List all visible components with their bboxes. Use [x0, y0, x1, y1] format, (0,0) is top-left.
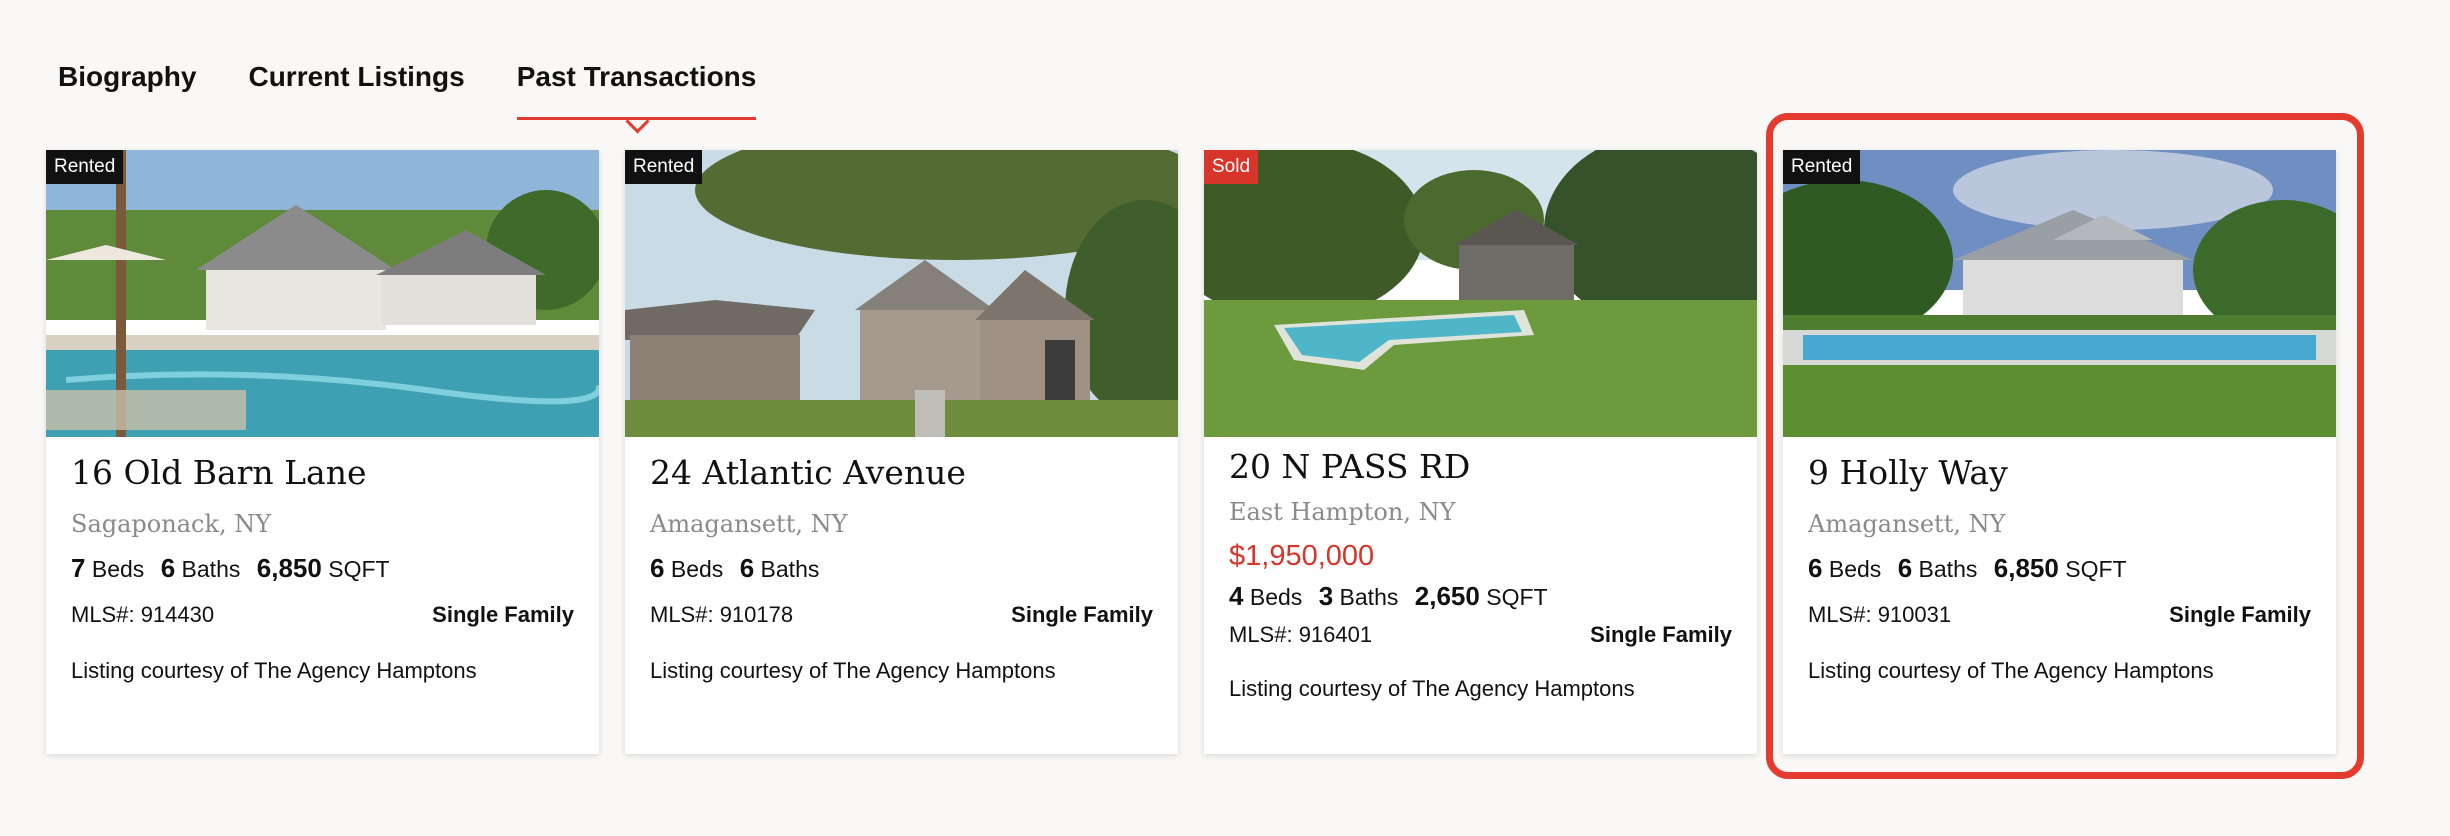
sqft-label: SQFT [1486, 584, 1548, 610]
baths-value: 6 [739, 553, 755, 583]
beds-label: Beds [91, 556, 145, 582]
listing-courtesy: Listing courtesy of The Agency Hamptons [1229, 676, 1635, 701]
beds-value: 6 [650, 553, 665, 583]
mls-number: MLS#: 910031 [1808, 602, 1952, 627]
listing-photo[interactable]: Rented [625, 150, 1178, 437]
sqft-value: 6,850 [256, 553, 322, 583]
tab-label: Current Listings [248, 61, 465, 92]
baths-value: 3 [1318, 581, 1334, 611]
listing-card[interactable]: Rented 24 Atlantic Avenue Amagansett, NY… [625, 150, 1178, 754]
listing-photo[interactable]: Rented [1783, 150, 2336, 437]
listing-courtesy: Listing courtesy of The Agency Hamptons [71, 658, 477, 683]
tab-current-listings[interactable]: Current Listings [248, 50, 464, 120]
baths-label: Baths [181, 556, 241, 582]
listing-card[interactable]: Sold 20 N PASS RD East Hampton, NY $1,95… [1204, 150, 1757, 754]
status-badge: Rented [625, 150, 703, 184]
baths-label: Baths [1339, 584, 1399, 610]
baths-label: Baths [760, 556, 820, 582]
baths-value: 6 [1897, 553, 1913, 583]
listing-specs: 4 Beds 3 Baths 2,650 SQFT [1229, 581, 1732, 612]
sqft-label: SQFT [328, 556, 390, 582]
listing-photo[interactable]: Sold [1204, 150, 1757, 437]
listing-courtesy: Listing courtesy of The Agency Hamptons [650, 658, 1056, 683]
tab-past-transactions[interactable]: Past Transactions [516, 50, 757, 134]
beds-value: 4 [1229, 581, 1244, 611]
tab-label: Past Transactions [516, 61, 757, 92]
sqft-label: SQFT [2065, 556, 2127, 582]
baths-label: Baths [1918, 556, 1978, 582]
listing-card[interactable]: Rented 16 Old Barn Lane Sagaponack, NY 7… [46, 150, 599, 754]
property-type: Single Family [1590, 622, 1732, 647]
mls-number: MLS#: 910178 [650, 602, 794, 627]
listing-specs: 6 Beds 6 Baths 6,850 SQFT [1808, 553, 2311, 584]
listing-specs: 7 Beds 6 Baths 6,850 SQFT [71, 553, 574, 584]
listing-card[interactable]: Rented 9 Holly Way Amagansett, NY 6 Beds… [1783, 150, 2336, 754]
listing-address[interactable]: 16 Old Barn Lane [71, 453, 574, 493]
listing-specs: 6 Beds 6 Baths [650, 553, 1153, 584]
mls-number: MLS#: 916401 [1229, 622, 1373, 647]
property-type: Single Family [432, 602, 574, 627]
beds-label: Beds [670, 556, 724, 582]
listing-city: Amagansett, NY [1808, 510, 2006, 538]
listing-price: $1,950,000 [1229, 540, 1375, 572]
tab-label: Biography [58, 61, 197, 92]
listing-photo[interactable]: Rented [46, 150, 599, 437]
beds-value: 7 [71, 553, 86, 583]
listing-courtesy: Listing courtesy of The Agency Hamptons [1808, 658, 2214, 683]
baths-value: 6 [160, 553, 176, 583]
mls-number: MLS#: 914430 [71, 602, 215, 627]
status-badge: Sold [1204, 150, 1259, 184]
active-tab-caret-icon [625, 109, 650, 134]
status-badge: Rented [46, 150, 124, 184]
sqft-value: 2,650 [1414, 581, 1480, 611]
status-badge: Rented [1783, 150, 1861, 184]
listing-city: Amagansett, NY [650, 510, 848, 538]
beds-label: Beds [1249, 584, 1303, 610]
profile-tabs: Biography Current Listings Past Transact… [58, 50, 808, 134]
listing-address[interactable]: 20 N PASS RD [1229, 447, 1732, 487]
sqft-value: 6,850 [1993, 553, 2059, 583]
property-type: Single Family [1011, 602, 1153, 627]
listing-city: Sagaponack, NY [71, 510, 272, 538]
beds-value: 6 [1808, 553, 1823, 583]
tab-biography[interactable]: Biography [58, 50, 196, 120]
listing-city: East Hampton, NY [1229, 498, 1456, 526]
listing-address[interactable]: 9 Holly Way [1808, 453, 2311, 493]
beds-label: Beds [1828, 556, 1882, 582]
listing-address[interactable]: 24 Atlantic Avenue [650, 453, 1153, 493]
property-type: Single Family [2169, 602, 2311, 627]
